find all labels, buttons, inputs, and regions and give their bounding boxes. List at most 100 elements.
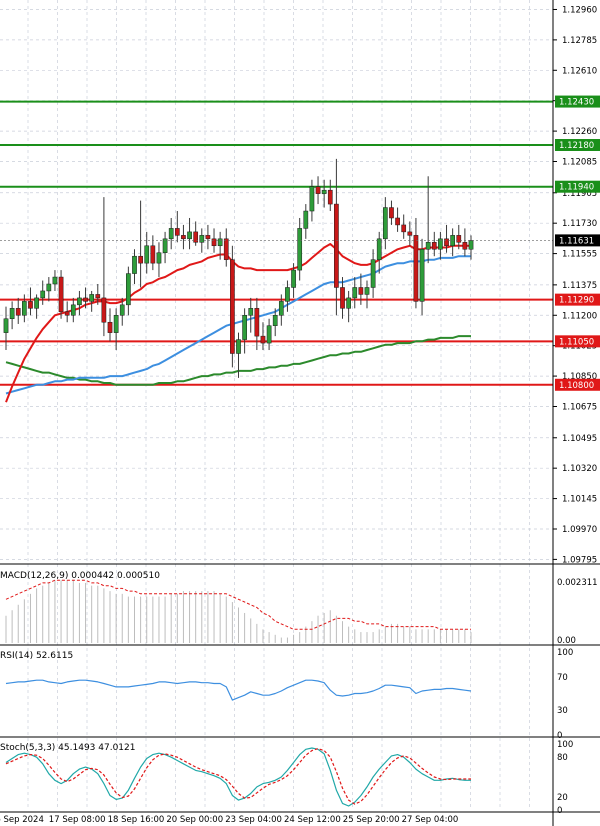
candle-body-9	[58, 276, 64, 313]
stoch-tick-label-1: 80	[557, 753, 568, 763]
axes: 1.129601.127851.126101.124351.122601.120…	[0, 0, 600, 826]
candle-body-1	[9, 308, 15, 320]
macd-panel: MACD(12,26,9) 0.000442 0.000510	[0, 571, 472, 643]
price-tick-label-13: 1.10675	[562, 402, 597, 412]
candle-body-27	[168, 228, 174, 240]
stoch-tick-label-2: 20	[557, 793, 568, 803]
candle-body-22	[138, 255, 143, 264]
candle-body-54	[334, 203, 339, 288]
rsi-tick-label-2: 30	[557, 706, 568, 716]
candle-body-3	[22, 301, 27, 316]
macd-tick-label-0: 0.002311	[557, 578, 598, 588]
stoch-panel: Stoch(5,3,3) 45.1493 47.0121	[0, 743, 471, 807]
price-tick-label-17: 1.09970	[562, 525, 597, 535]
time-label-0: 16 Sep 2024	[0, 815, 44, 825]
candle-body-40	[248, 308, 254, 316]
candle-body-50	[309, 186, 315, 212]
time-label-2: 18 Sep 16:00	[108, 815, 165, 825]
stoch-tick-label-3: 0	[557, 806, 562, 816]
current-price-label: 1.11631	[559, 236, 594, 246]
candle-body-26	[162, 238, 168, 253]
candle-body-66	[407, 231, 413, 236]
candle-body-56	[346, 297, 351, 309]
candle-body-36	[223, 238, 229, 260]
candle-body-44	[272, 315, 278, 326]
stoch-tick-label-0: 100	[557, 740, 573, 750]
candle-body-69	[425, 242, 431, 250]
price-tick-label-0: 1.12960	[562, 5, 597, 15]
candle-body-57	[352, 287, 358, 299]
candle-body-25	[156, 252, 162, 264]
candle-body-67	[413, 235, 419, 302]
candle-body-12	[77, 297, 82, 306]
candle-body-8	[52, 276, 58, 285]
macd-title: MACD(12,26,9) 0.000442 0.000510	[0, 571, 160, 581]
rsi-tick-label-0: 100	[557, 648, 573, 658]
candle-body-63	[389, 207, 394, 219]
price-tick-label-15: 1.10320	[562, 464, 597, 474]
candle-body-34	[211, 238, 217, 247]
candle-body-7	[46, 283, 52, 292]
price-tick-label-5: 1.12085	[562, 158, 597, 168]
price-tick-label-14: 1.10495	[562, 434, 597, 444]
time-label-5: 24 Sep 12:00	[284, 815, 341, 825]
time-label-6: 25 Sep 20:00	[343, 815, 400, 825]
candle-body-2	[15, 308, 21, 316]
candle-body-70	[431, 242, 437, 250]
candle-body-15	[95, 294, 101, 299]
candle-body-53	[327, 189, 333, 205]
candle-body-37	[230, 259, 235, 354]
candle-body-33	[205, 235, 211, 240]
price-tick-label-16: 1.10145	[562, 495, 597, 505]
candle-body-52	[321, 189, 327, 194]
candle-body-68	[419, 249, 425, 302]
macd-tick-label-1: 0.00	[557, 636, 576, 646]
candle-body-16	[101, 297, 107, 323]
price-tick-label-2: 1.12610	[562, 66, 597, 76]
candle-body-4	[28, 301, 33, 309]
candle-body-17	[107, 321, 113, 333]
candle-body-55	[340, 287, 345, 309]
rsi-title: RSI(14) 52.6115	[0, 651, 73, 661]
stoch-title: Stoch(5,3,3) 45.1493 47.0121	[0, 743, 135, 753]
candle-body-51	[315, 186, 321, 194]
price-tick-label-10: 1.11200	[562, 311, 597, 321]
candle-body-42	[260, 335, 266, 344]
candle-body-49	[303, 210, 309, 229]
candle-body-6	[40, 290, 46, 299]
price-tick-label-1: 1.12785	[562, 36, 597, 46]
time-label-1: 17 Sep 08:00	[49, 815, 106, 825]
candle-body-19	[119, 304, 125, 316]
candle-body-23	[144, 245, 150, 264]
candle-body-59	[364, 287, 370, 295]
price-tick-label-4: 1.12260	[562, 127, 597, 137]
candle-body-64	[395, 217, 400, 226]
candle-body-74	[456, 235, 462, 243]
candle-body-28	[174, 228, 180, 236]
candle-body-65	[401, 224, 407, 233]
candle-body-18	[113, 315, 119, 333]
level-price-label-5: 1.10800	[559, 381, 594, 391]
candle-body-46	[285, 287, 290, 302]
candle-body-76	[468, 240, 474, 250]
candle-body-47	[291, 269, 296, 288]
trading-chart: MACD(12,26,9) 0.000442 0.000510 RSI(14) …	[0, 0, 600, 826]
candle-body-61	[376, 238, 382, 260]
candle-body-14	[89, 294, 95, 302]
candle-body-20	[126, 273, 131, 306]
rsi-panel: RSI(14) 52.6115	[0, 651, 472, 701]
candle-body-62	[382, 207, 388, 240]
price-tick-label-7: 1.11730	[562, 219, 597, 229]
rsi-tick-label-1: 70	[557, 673, 568, 683]
time-label-4: 23 Sep 04:00	[225, 815, 282, 825]
level-price-label-1: 1.12180	[559, 141, 594, 151]
time-label-3: 20 Sep 00:00	[166, 815, 223, 825]
time-label-7: 27 Sep 04:00	[402, 815, 459, 825]
candle-body-41	[254, 308, 260, 337]
candle-body-5	[34, 297, 39, 309]
level-price-label-3: 1.11290	[559, 296, 594, 306]
price-tick-label-8: 1.11555	[562, 250, 597, 260]
candle-body-60	[370, 259, 376, 288]
candle-body-39	[242, 315, 247, 340]
candle-body-58	[358, 287, 364, 295]
